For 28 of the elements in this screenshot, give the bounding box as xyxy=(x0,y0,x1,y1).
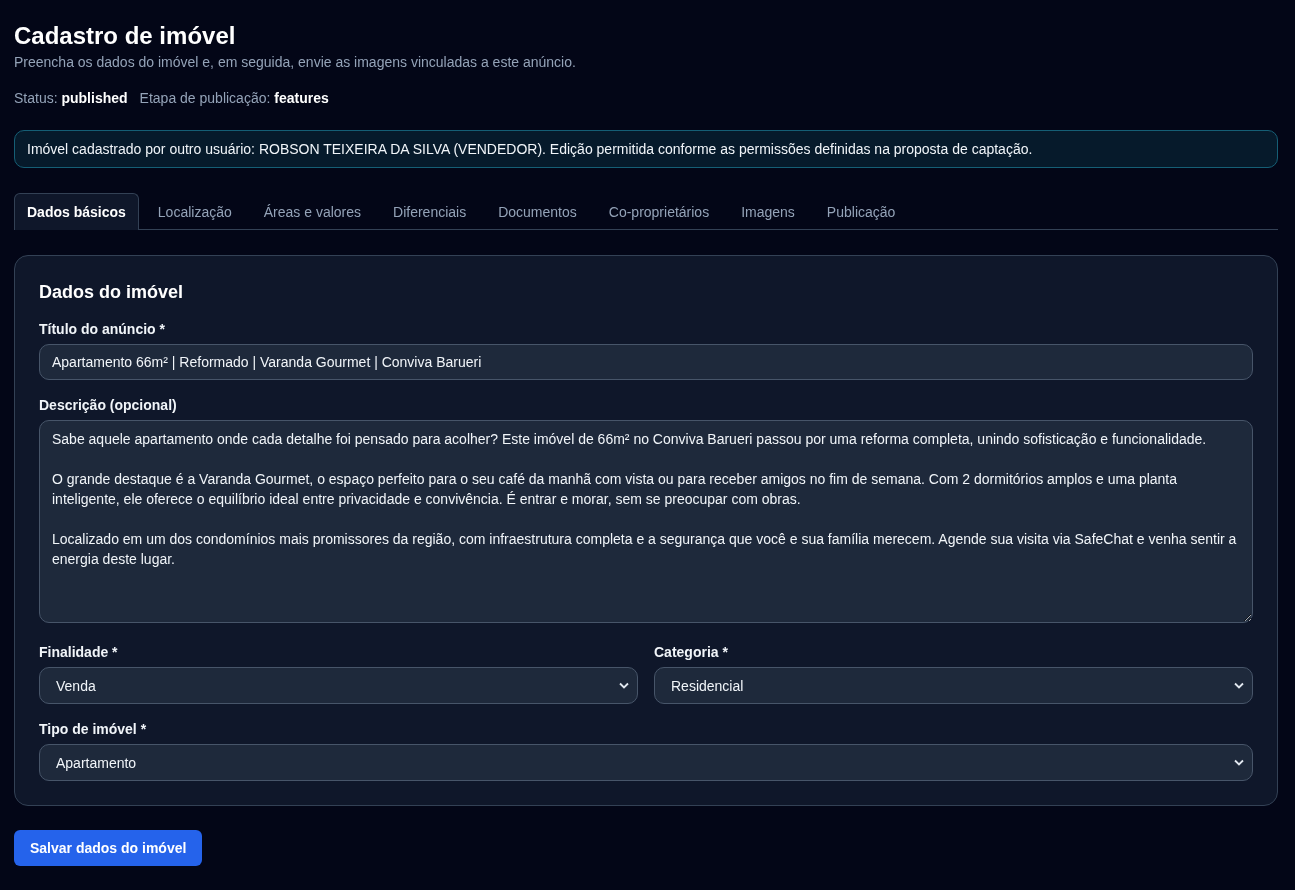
field-label: Finalidade * xyxy=(39,644,119,660)
tab[interactable]: Imagens xyxy=(728,193,808,230)
dropdown[interactable]: Venda xyxy=(39,667,638,704)
tab[interactable]: Localização xyxy=(144,193,245,230)
chevron-down-icon xyxy=(1234,682,1244,689)
description-textarea[interactable]: Sabe aquele apartamento onde cada detalhe foi pensado para acolher? Este imóvel de 66m² no Conviva Barueri passou por uma reforma completa, unindo sofisticação e funcionalidade. O grande destaque é a Varanda Gourmet, o espaço perfeito para o seu café da manhã com vista ou para receber amigos no fim de semana. Com 2 dormitórios amplos e uma planta inteligente, ele oferece o equilíbrio ideal entre privacidade e convivência. É entrar e morar, sem se preocupar com obras. Localizado em um dos condomínios mais promissores da região, com infraestrutura completa e a segurança que você e sua família merecem. Agende sua visita via SafeChat e venha sentir a energia deste lugar. xyxy=(39,420,1253,623)
info-banner: Imóvel cadastrado por outro usuário: ROBSON TEIXEIRA DA SILVA (VENDEDOR). Edição permitida conforme as permissões definidas na proposta de captação. xyxy=(14,130,1278,168)
tab[interactable]: Dados básicos xyxy=(14,193,139,230)
chevron-down-icon xyxy=(619,682,629,689)
page-title: Cadastro de imóvel xyxy=(14,22,237,50)
section-title: Dados do imóvel xyxy=(39,282,185,303)
field-label: Categoria * xyxy=(654,644,729,660)
tab[interactable]: Áreas e valores xyxy=(250,193,375,230)
save-button[interactable]: Salvar dados do imóvel xyxy=(14,830,203,866)
status-text: Status: published xyxy=(14,90,128,106)
page-subtitle: Preencha os dados do imóvel e, em seguida, envie as imagens vinculadas a este anúncio. xyxy=(14,54,577,70)
chevron-down-icon xyxy=(1234,759,1244,766)
tab[interactable]: Diferenciais xyxy=(380,193,480,230)
field-label: Tipo de imóvel * xyxy=(39,721,148,737)
tab[interactable]: Documentos xyxy=(485,193,590,230)
field-label: Título do anúncio * xyxy=(39,321,166,337)
field-label: Descrição (opcional) xyxy=(39,397,178,413)
tab[interactable]: Publicação xyxy=(813,193,909,230)
dropdown[interactable]: Residencial xyxy=(654,667,1253,704)
status-text: Etapa de publicação: features xyxy=(139,90,329,106)
title-input[interactable]: Apartamento 66m² | Reformado | Varanda Gourmet | Conviva Barueri xyxy=(39,344,1253,380)
dropdown[interactable]: Apartamento xyxy=(39,744,1253,781)
tab[interactable]: Co-proprietários xyxy=(595,193,723,230)
